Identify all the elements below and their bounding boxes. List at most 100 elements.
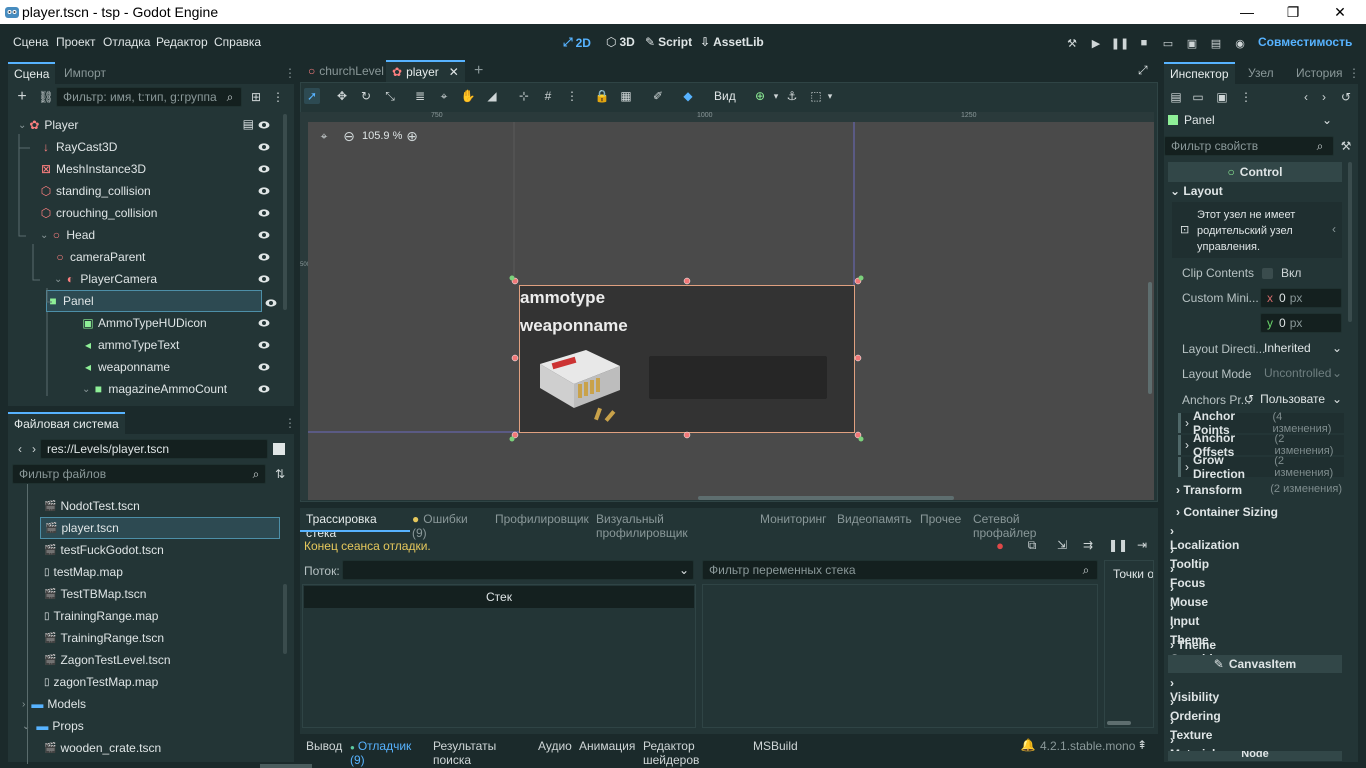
section-transform[interactable]: › Transform (2 изменения) xyxy=(1176,483,1342,497)
debugger-tab[interactable]: Мониторинг xyxy=(760,512,827,526)
debugger-tab[interactable]: ● Ошибки (9) xyxy=(412,512,468,540)
thread-select[interactable]: ⌄ xyxy=(342,560,694,580)
step-into-icon[interactable]: ⇲ xyxy=(1054,537,1070,553)
ammo-type-label[interactable]: ammotype xyxy=(520,288,605,308)
engine-version[interactable]: 4.2.1.stable.mono xyxy=(1040,739,1135,753)
file-item[interactable]: 🎬 testFuckGodot.tscn xyxy=(40,539,280,561)
file-item[interactable]: ▯ testMap.map xyxy=(40,561,280,583)
scene-tree-scrollbar[interactable] xyxy=(283,114,287,310)
debugger-tab[interactable]: Прочее xyxy=(920,512,961,526)
collapse-warning-icon[interactable]: ‹ xyxy=(1332,222,1336,236)
new-resource-icon[interactable]: ▤ xyxy=(1168,89,1184,105)
lock-icon[interactable]: 🔒 xyxy=(594,88,610,104)
stack-vars-tree[interactable] xyxy=(702,584,1098,728)
file-item[interactable]: ▯ zagonTestMap.map xyxy=(40,671,280,693)
play-icon[interactable]: ▶ xyxy=(1088,35,1104,51)
inspector-scrollbar[interactable] xyxy=(1348,162,1352,322)
tab-inspector[interactable]: Инспектор xyxy=(1164,62,1235,84)
bottom-tab[interactable]: Вывод xyxy=(306,739,342,753)
weapon-name-label[interactable]: weaponname xyxy=(520,316,628,336)
expand-panel-icon[interactable]: ⇞ xyxy=(1134,737,1150,753)
break-icon[interactable]: ❚❚ xyxy=(1108,537,1128,553)
file-item[interactable]: 🎬 wooden_crate.tscn xyxy=(40,737,280,759)
rotate-tool-icon[interactable]: ↻ xyxy=(358,88,374,104)
minimize-button[interactable]: — xyxy=(1224,0,1270,24)
zoom-in-icon[interactable]: ⊕ xyxy=(404,128,420,144)
breakpoints-panel[interactable]: Точки ос xyxy=(1104,560,1154,728)
tab-church-level[interactable]: ○ churchLevel xyxy=(302,60,390,82)
mode-assetlib-button[interactable]: ⇩ AssetLib xyxy=(700,35,764,49)
chevron-right-icon[interactable]: › xyxy=(22,699,25,710)
canvas-viewport[interactable]: ⌖ ⊖ 105.9 % ⊕ ammotype weaponname xyxy=(308,122,1154,500)
debugger-tab[interactable]: Сетевой профайлер xyxy=(973,512,1036,540)
custom-min-y-input[interactable]: y 0 px xyxy=(1260,313,1342,333)
copy-icon[interactable]: ⧉ xyxy=(1024,537,1040,553)
inspector-settings-icon[interactable]: ⚒ xyxy=(1338,138,1354,154)
inspector-menu-icon[interactable]: ⋮ xyxy=(1348,66,1360,80)
viewport-v-scrollbar[interactable] xyxy=(1148,282,1152,394)
section-container-sizing[interactable]: › Container Sizing xyxy=(1176,505,1278,519)
maximize-button[interactable]: ❐ xyxy=(1270,0,1316,24)
zoom-out-icon[interactable]: ⊖ xyxy=(341,128,357,144)
save-resource-icon[interactable]: ▣ xyxy=(1214,89,1230,105)
center-view-icon[interactable]: ⌖ xyxy=(316,128,332,144)
fs-path-input[interactable]: res://Levels/player.tscn xyxy=(40,439,268,459)
magazine-ammo-count-panel[interactable] xyxy=(649,356,827,399)
close-button[interactable]: ✕ xyxy=(1317,0,1363,24)
ammo-box-icon[interactable] xyxy=(538,344,628,424)
notification-icon[interactable]: 🔔 xyxy=(1020,737,1036,753)
renderer-select[interactable]: Совместимость xyxy=(1258,35,1352,49)
debugger-tab[interactable]: Видеопамять xyxy=(837,512,912,526)
load-resource-icon[interactable]: ▭ xyxy=(1190,89,1206,105)
viewport-h-scrollbar[interactable] xyxy=(698,496,954,500)
clip-contents-checkbox[interactable]: Вкл xyxy=(1262,266,1301,280)
fs-scrollbar[interactable] xyxy=(283,584,287,654)
breakpoints-scrollbar[interactable] xyxy=(1107,721,1131,725)
debugger-tab[interactable]: Трассировка стека xyxy=(306,512,377,540)
scale-tool-icon[interactable]: ⤡ xyxy=(382,88,398,104)
continue-icon[interactable]: ⇥ xyxy=(1134,537,1150,553)
file-item[interactable]: › ▬ Models xyxy=(22,693,280,715)
move-tool-icon[interactable]: ✥ xyxy=(334,88,350,104)
movie-icon[interactable]: ◉ xyxy=(1232,35,1248,51)
mode-3d-button[interactable]: ⬡ 3D xyxy=(606,35,635,49)
property-filter-input[interactable]: Фильтр свойств xyxy=(1164,136,1334,156)
file-item[interactable]: ▯ TrainingRange.map xyxy=(40,605,280,627)
file-item[interactable]: 🎬 TrainingRange.tscn xyxy=(40,627,280,649)
resource-menu-icon[interactable]: ⋮ xyxy=(1238,89,1254,105)
custom-min-x-input[interactable]: x 0 px xyxy=(1260,288,1342,308)
fs-menu-icon[interactable]: ⋮ xyxy=(284,416,296,430)
split-mode-icon[interactable] xyxy=(273,443,285,455)
inspector-node-select[interactable]: Panel ⌄ xyxy=(1168,110,1332,130)
tab-player[interactable]: ✿ player ✕ xyxy=(386,60,465,82)
stop-icon[interactable]: ■ xyxy=(1136,35,1152,51)
bottom-tab[interactable]: Редактор шейдеров xyxy=(643,739,699,767)
bottom-tab[interactable]: Анимация xyxy=(579,739,635,753)
section-layout[interactable]: ⌄ Layout xyxy=(1170,184,1223,198)
group-icon[interactable]: ▦ xyxy=(618,88,634,104)
fs-filter-input[interactable]: Фильтр файлов xyxy=(12,464,266,484)
anchors-preset-select[interactable]: ↺ Пользовате ⌄ xyxy=(1244,389,1342,409)
step-over-icon[interactable]: ⇉ xyxy=(1080,537,1096,553)
panel-node[interactable]: ammotype weaponname xyxy=(519,285,855,433)
stack-list[interactable] xyxy=(302,584,696,728)
subsection-anchor-points[interactable]: › Anchor Points (4 изменения) xyxy=(1178,409,1344,437)
play-custom-icon[interactable]: ▤ xyxy=(1208,35,1224,51)
bottom-drag-handle[interactable] xyxy=(260,764,312,768)
subsection-anchor-offsets[interactable]: › Anchor Offsets (2 изменения) xyxy=(1178,431,1344,459)
bottom-tab[interactable]: Аудио xyxy=(538,739,572,753)
file-item[interactable]: 🎬 TestTBMap.tscn xyxy=(40,583,280,605)
mode-2d-button[interactable]: ⤢ 2D xyxy=(563,35,591,50)
bones-icon[interactable]: ✐ xyxy=(650,88,666,104)
pan-tool-icon[interactable]: ✋ xyxy=(460,88,476,104)
close-tab-icon[interactable]: ✕ xyxy=(449,65,459,79)
play-remote-icon[interactable]: ▭ xyxy=(1160,35,1176,51)
distraction-free-icon[interactable]: ⤢ xyxy=(1138,63,1148,78)
snap-options-icon[interactable]: ⋮ xyxy=(564,88,580,104)
layout-direction-select[interactable]: Inherited ⌄ xyxy=(1260,338,1342,358)
list-select-icon[interactable]: ≣ xyxy=(412,88,428,104)
file-item[interactable]: 🎬 player.tscn xyxy=(40,517,280,539)
ruler-tool-icon[interactable]: ◢ xyxy=(484,88,500,104)
new-tab-icon[interactable]: + xyxy=(474,62,483,80)
play-scene-icon[interactable]: ▣ xyxy=(1184,35,1200,51)
